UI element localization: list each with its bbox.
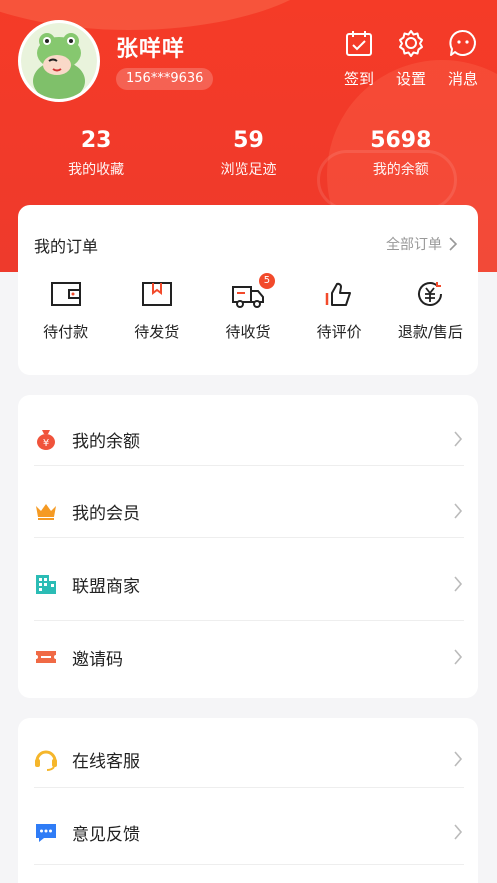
user-stats: 23 我的收藏 59 浏览足迹 5698 我的余额: [0, 128, 497, 179]
settings-button[interactable]: 设置: [395, 28, 427, 89]
menu-merchants[interactable]: 联盟商家: [34, 548, 464, 620]
chevron-right-icon: [454, 576, 463, 592]
order-item-label: 待评价: [316, 323, 362, 341]
account-menu: ¥ 我的余额 我的会员 联盟商家 邀请码: [18, 395, 478, 698]
box-icon: [141, 282, 172, 306]
order-pending-review[interactable]: 待评价: [294, 279, 384, 342]
checkin-label: 签到: [343, 70, 374, 88]
order-refund[interactable]: 退款/售后: [385, 279, 475, 342]
menu-label: 在线客服: [72, 751, 140, 772]
chevron-right-icon: [454, 824, 463, 840]
stat-value: 5698: [370, 128, 432, 153]
thumbs-up-icon: [325, 282, 352, 306]
divider: [34, 465, 464, 466]
menu-label: 我的余额: [72, 431, 140, 452]
stat-label: 浏览足迹: [220, 162, 277, 178]
messages-label: 消息: [447, 70, 478, 88]
stat-label: 我的收藏: [68, 162, 125, 178]
svg-text:¥: ¥: [43, 438, 49, 449]
chevron-right-icon: [454, 431, 463, 447]
chevron-right-icon: [454, 751, 463, 767]
divider: [34, 864, 464, 865]
orders-title: 我的订单: [34, 237, 99, 256]
user-name: 张咩咩: [116, 37, 186, 62]
order-pending-payment[interactable]: 待付款: [21, 279, 111, 342]
order-badge: 5: [258, 273, 275, 289]
orders-card: 我的订单 全部订单 待付款 待发货 5 待收货 待评价 退款/售后: [18, 205, 478, 375]
support-menu: 在线客服 意见反馈: [18, 718, 478, 883]
divider: [34, 787, 464, 788]
wallet-icon: [50, 282, 81, 306]
checkin-button[interactable]: 签到: [343, 28, 375, 89]
divider: [34, 537, 464, 538]
header-actions: 签到 设置 消息: [343, 28, 479, 89]
stat-value: 23: [80, 128, 112, 153]
gear-icon: [399, 30, 423, 57]
messages-button[interactable]: 消息: [447, 28, 479, 89]
menu-label: 意见反馈: [72, 824, 140, 845]
settings-label: 设置: [395, 70, 426, 88]
stat-balance[interactable]: 5698 我的余额: [331, 128, 471, 179]
chevron-right-icon: [454, 503, 463, 519]
user-phone: 156***9636: [116, 68, 214, 90]
avatar-cartoon-icon: [21, 23, 97, 99]
headset-icon: [34, 747, 58, 771]
money-bag-icon: ¥: [34, 427, 58, 451]
order-pending-receipt[interactable]: 5 待收货: [203, 273, 293, 342]
calendar-check-icon: [346, 31, 372, 56]
order-item-label: 待发货: [134, 323, 180, 341]
menu-feedback[interactable]: 意见反馈: [34, 796, 464, 868]
order-item-label: 待付款: [43, 323, 89, 341]
stat-label: 我的余额: [372, 162, 429, 178]
order-pending-shipment[interactable]: 待发货: [112, 279, 202, 342]
order-item-label: 待收货: [225, 323, 271, 341]
stat-value: 59: [233, 128, 264, 153]
ticket-icon: [34, 645, 58, 669]
order-item-label: 退款/售后: [397, 323, 463, 341]
menu-customer-service[interactable]: 在线客服: [34, 723, 464, 795]
crown-icon: [34, 499, 58, 523]
chat-bubble-icon: [34, 820, 58, 844]
all-orders-label: 全部订单: [386, 237, 442, 253]
all-orders-link[interactable]: 全部订单: [386, 234, 458, 254]
menu-label: 我的会员: [72, 503, 140, 524]
order-status-list: 待付款 待发货 5 待收货 待评价 退款/售后: [18, 273, 478, 342]
chevron-right-icon: [449, 237, 458, 251]
building-icon: [34, 572, 58, 596]
stat-favorites[interactable]: 23 我的收藏: [26, 128, 166, 179]
stat-history[interactable]: 59 浏览足迹: [178, 128, 318, 179]
refund-icon: [418, 282, 443, 306]
menu-label: 邀请码: [72, 649, 123, 670]
message-icon: [449, 29, 476, 56]
chevron-right-icon: [454, 649, 463, 665]
menu-label: 联盟商家: [72, 576, 140, 597]
menu-invite-code[interactable]: 邀请码: [34, 621, 464, 693]
avatar[interactable]: [18, 20, 100, 102]
